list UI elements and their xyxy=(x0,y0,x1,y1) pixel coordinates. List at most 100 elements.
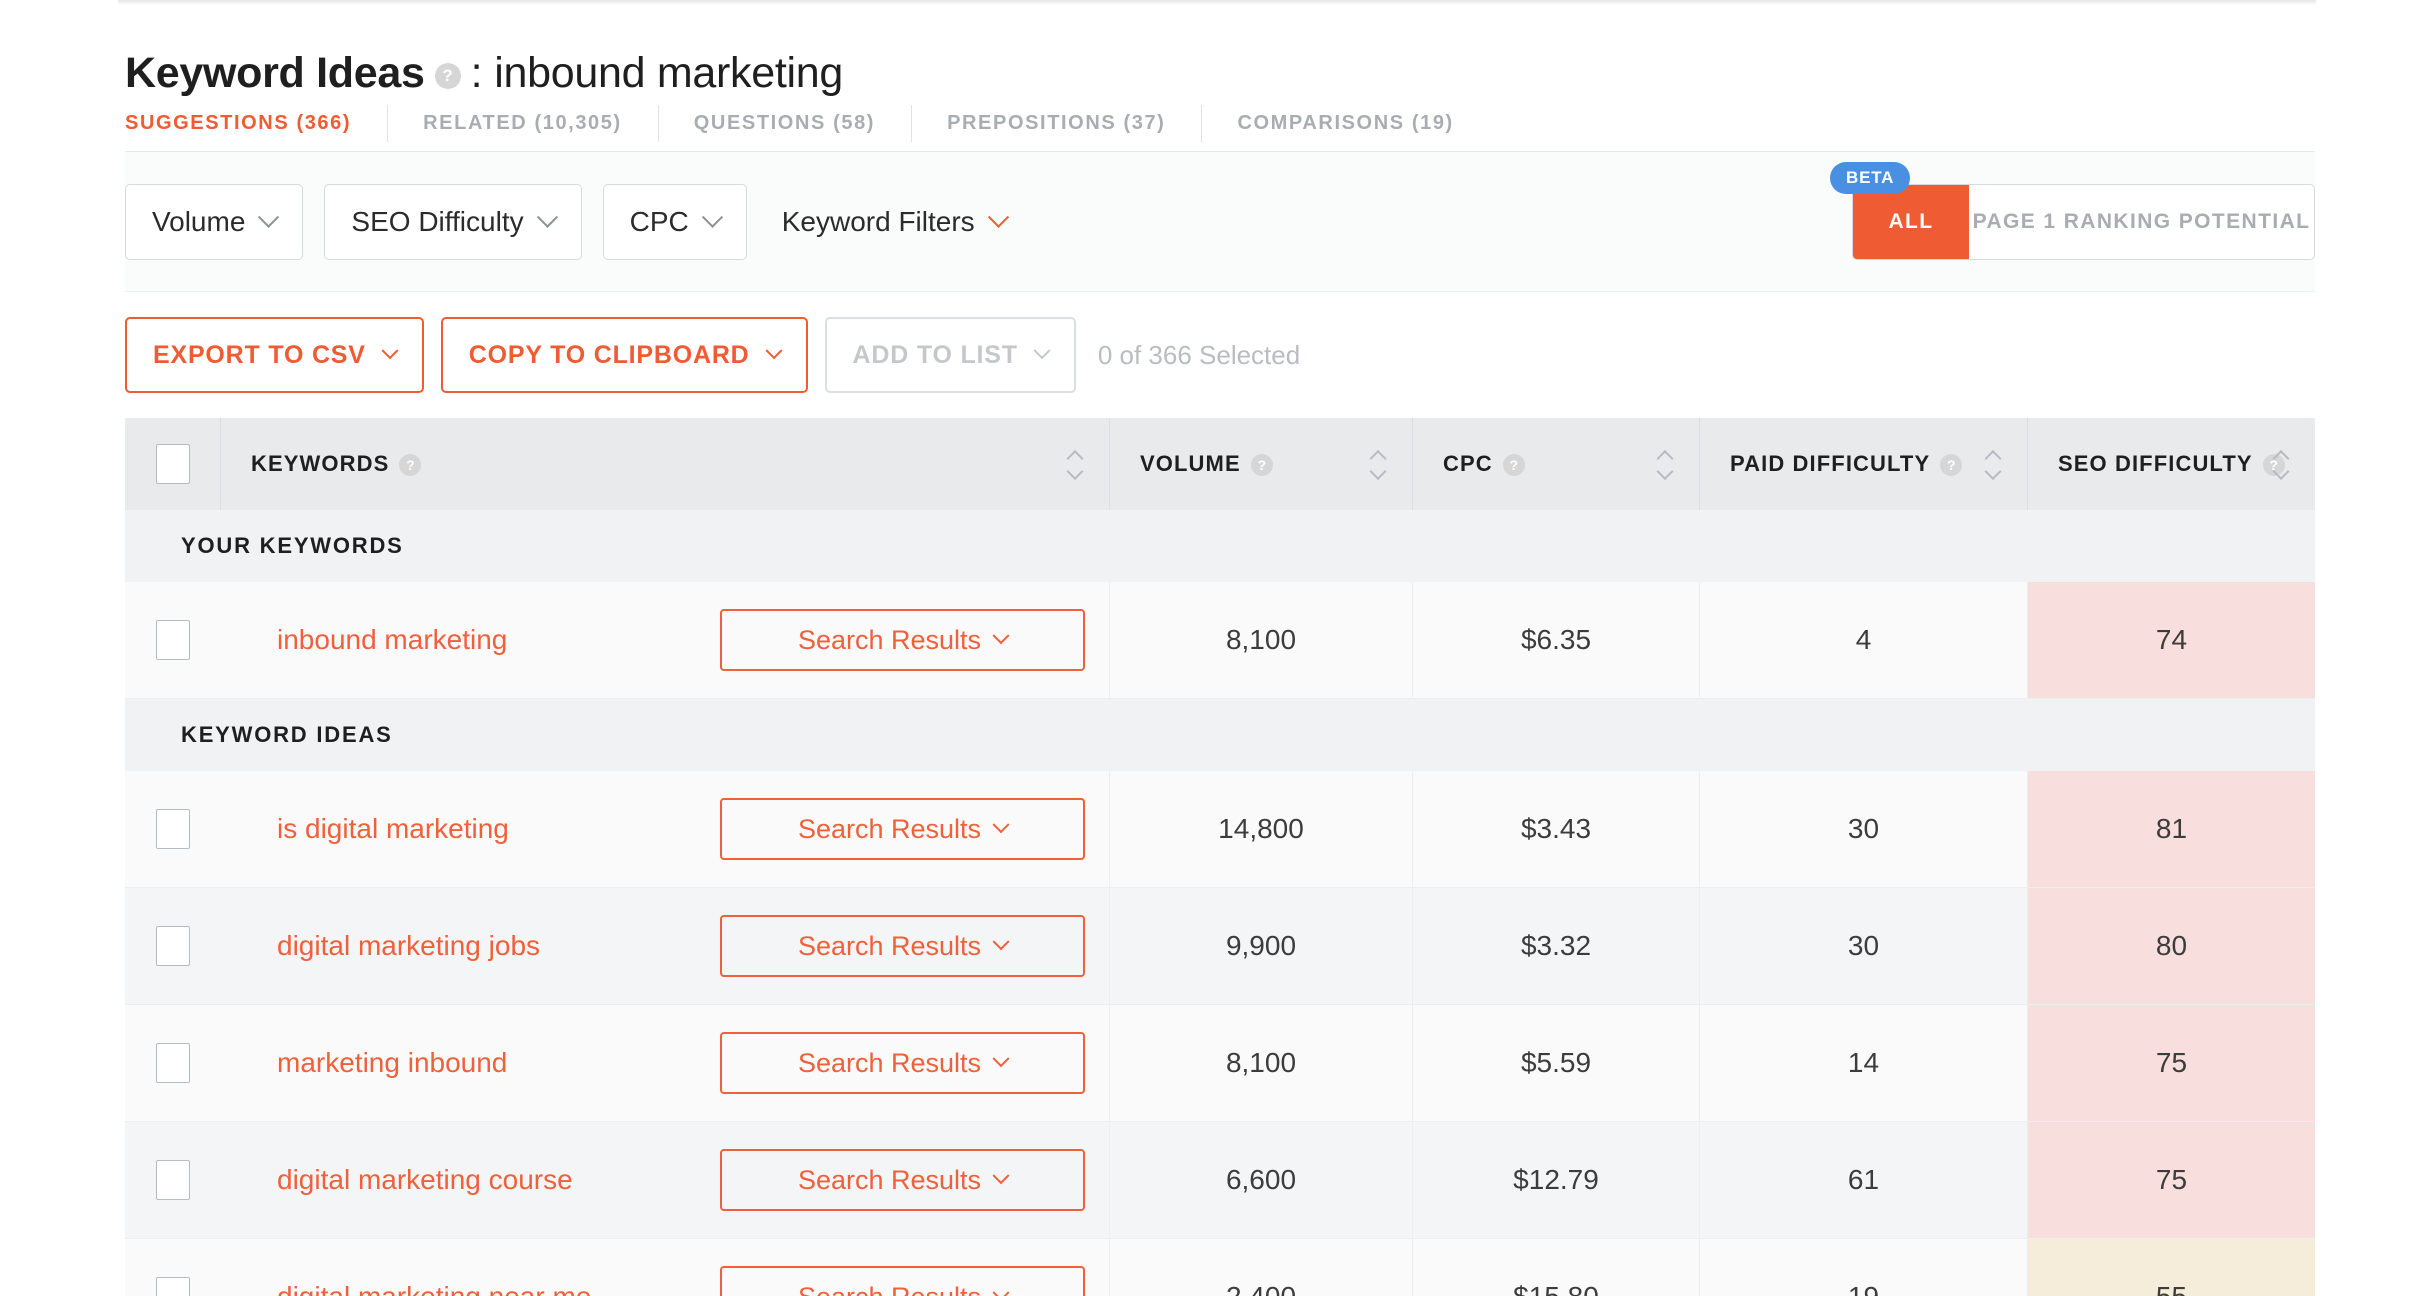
beta-badge: BETA xyxy=(1830,162,1911,194)
row-checkbox[interactable] xyxy=(156,809,190,849)
column-header-volume[interactable]: VOLUME ? xyxy=(1110,418,1413,510)
tab-comparisons[interactable]: COMPARISONS (19) xyxy=(1201,96,1489,151)
filter-cpc[interactable]: CPC xyxy=(602,183,747,260)
cpc-cell: $12.79 xyxy=(1413,1122,1700,1238)
page-title: Keyword Ideas ? : inbound marketing xyxy=(125,0,2315,97)
keyword-filters-label: Keyword Filters xyxy=(781,205,975,237)
filter-seo-difficulty-label: SEO Difficulty xyxy=(351,205,524,237)
table-header-row: KEYWORDS ? VOLUME ? CPC ? PAID DIFFICULT… xyxy=(125,418,2315,510)
toggle-option-all[interactable]: ALL xyxy=(1853,185,1969,259)
row-checkbox[interactable] xyxy=(156,926,190,966)
sort-paid-difficulty-icon[interactable] xyxy=(1985,452,2001,477)
sort-cpc-icon[interactable] xyxy=(1657,452,1673,477)
column-header-cpc-label: CPC xyxy=(1443,451,1493,476)
search-results-button[interactable]: Search Results xyxy=(720,1149,1085,1211)
keywords-table: KEYWORDS ? VOLUME ? CPC ? PAID DIFFICULT… xyxy=(125,418,2315,1296)
paid-difficulty-cell: 14 xyxy=(1700,1005,2028,1121)
chevron-down-icon xyxy=(992,933,1010,951)
add-to-list-label: ADD TO LIST xyxy=(852,340,1018,369)
help-icon[interactable]: ? xyxy=(1250,454,1273,476)
search-results-button[interactable]: Search Results xyxy=(720,915,1085,977)
add-to-list-button[interactable]: ADD TO LIST xyxy=(824,317,1076,393)
volume-cell: 14,800 xyxy=(1110,771,1413,887)
keyword-link[interactable]: digital marketing course xyxy=(277,1164,573,1196)
volume-cell: 8,100 xyxy=(1110,582,1413,698)
tab-related[interactable]: RELATED (10,305) xyxy=(387,96,658,151)
cpc-cell: $5.59 xyxy=(1413,1005,1700,1121)
help-icon[interactable]: ? xyxy=(434,63,461,89)
volume-cell: 9,900 xyxy=(1110,888,1413,1004)
copy-to-clipboard-button[interactable]: COPY TO CLIPBOARD xyxy=(440,317,808,393)
keyword-link[interactable]: digital marketing jobs xyxy=(277,930,540,962)
search-results-button[interactable]: Search Results xyxy=(720,609,1085,671)
row-checkbox[interactable] xyxy=(156,1043,190,1083)
table-section-label: KEYWORD IDEAS xyxy=(181,722,393,747)
export-to-csv-button[interactable]: EXPORT TO CSV xyxy=(125,317,424,393)
keyword-filters-dropdown[interactable]: Keyword Filters xyxy=(781,205,1009,238)
row-select-cell xyxy=(125,1122,221,1238)
row-checkbox[interactable] xyxy=(156,1160,190,1200)
keyword-link[interactable]: inbound marketing xyxy=(277,624,507,656)
help-icon[interactable]: ? xyxy=(399,454,422,476)
search-results-label: Search Results xyxy=(798,1282,981,1296)
chevron-down-icon xyxy=(992,627,1010,645)
column-header-keywords[interactable]: KEYWORDS ? xyxy=(221,418,1110,510)
help-icon[interactable]: ? xyxy=(1940,454,1963,476)
keyword-ideas-page: Keyword Ideas ? : inbound marketing SUGG… xyxy=(0,0,2436,1296)
seo-difficulty-cell: 75 xyxy=(2028,1005,2315,1121)
row-checkbox[interactable] xyxy=(156,620,190,660)
select-all-checkbox[interactable] xyxy=(155,444,190,484)
table-row: inbound marketing Search Results 8,100 $6.3… xyxy=(125,582,2315,699)
tab-questions[interactable]: QUESTIONS (58) xyxy=(657,96,911,151)
search-results-label: Search Results xyxy=(797,813,982,844)
chevron-down-icon xyxy=(701,206,723,228)
help-icon[interactable]: ? xyxy=(1502,454,1525,476)
filter-cpc-label: CPC xyxy=(629,205,689,237)
column-header-keywords-label: KEYWORDS xyxy=(251,451,390,476)
search-results-button[interactable]: Search Results xyxy=(720,798,1085,860)
column-header-volume-label: VOLUME xyxy=(1140,451,1241,476)
chevron-down-icon xyxy=(992,1167,1010,1185)
search-results-button[interactable]: Search Results xyxy=(720,1266,1085,1296)
column-header-seo-difficulty[interactable]: SEO DIFFICULTY ? xyxy=(2028,418,2315,510)
search-results-button[interactable]: Search Results xyxy=(720,1032,1085,1094)
volume-cell: 6,600 xyxy=(1110,1122,1413,1238)
column-header-paid-difficulty[interactable]: PAID DIFFICULTY ? xyxy=(1700,418,2028,510)
filter-volume[interactable]: Volume xyxy=(125,183,304,260)
chevron-down-icon xyxy=(992,1284,1010,1296)
seo-difficulty-cell: 80 xyxy=(2028,888,2315,1004)
export-to-csv-label: EXPORT TO CSV xyxy=(153,340,366,369)
paid-difficulty-cell: 30 xyxy=(1700,888,2028,1004)
seo-difficulty-cell: 74 xyxy=(2028,582,2315,698)
sort-volume-icon[interactable] xyxy=(1370,452,1386,477)
sort-seo-difficulty-icon[interactable] xyxy=(2273,452,2289,477)
table-row: digital marketing jobs Search Results 9,90… xyxy=(125,888,2315,1005)
row-checkbox[interactable] xyxy=(156,1277,190,1296)
column-header-cpc[interactable]: CPC ? xyxy=(1413,418,1700,510)
chevron-down-icon xyxy=(992,816,1010,834)
keyword-link[interactable]: marketing inbound xyxy=(277,1047,507,1079)
tab-prepositions[interactable]: PREPOSITIONS (37) xyxy=(911,96,1201,151)
tab-suggestions[interactable]: SUGGESTIONS (366) xyxy=(125,96,387,151)
paid-difficulty-cell: 30 xyxy=(1700,771,2028,887)
seo-difficulty-cell: 81 xyxy=(2028,771,2315,887)
paid-difficulty-cell: 61 xyxy=(1700,1122,2028,1238)
cpc-cell: $6.35 xyxy=(1413,582,1700,698)
volume-cell: 8,100 xyxy=(1110,1005,1413,1121)
chevron-down-icon xyxy=(536,206,558,228)
toggle-option-page1-ranking-potential[interactable]: PAGE 1 RANKING POTENTIAL xyxy=(1969,185,2314,259)
search-results-label: Search Results xyxy=(797,930,982,961)
content-container: Keyword Ideas ? : inbound marketing SUGG… xyxy=(125,0,2315,1296)
paid-difficulty-cell: 4 xyxy=(1700,582,2028,698)
sort-keywords-icon[interactable] xyxy=(1067,452,1083,477)
filter-seo-difficulty[interactable]: SEO Difficulty xyxy=(324,183,582,260)
table-section-header: KEYWORD IDEAS xyxy=(125,699,2315,771)
table-body: YOUR KEYWORDS inbound marketing Search Res… xyxy=(125,510,2315,1296)
row-select-cell xyxy=(125,888,221,1004)
table-row: marketing inbound Search Results 8,100 $5.5… xyxy=(125,1005,2315,1122)
keyword-link[interactable]: is digital marketing xyxy=(277,813,509,845)
row-select-cell xyxy=(125,582,221,698)
keyword-cell: digital marketing jobs Search Results xyxy=(221,888,1110,1004)
filter-volume-label: Volume xyxy=(152,205,246,237)
keyword-link[interactable]: digital marketing near me xyxy=(277,1281,591,1296)
